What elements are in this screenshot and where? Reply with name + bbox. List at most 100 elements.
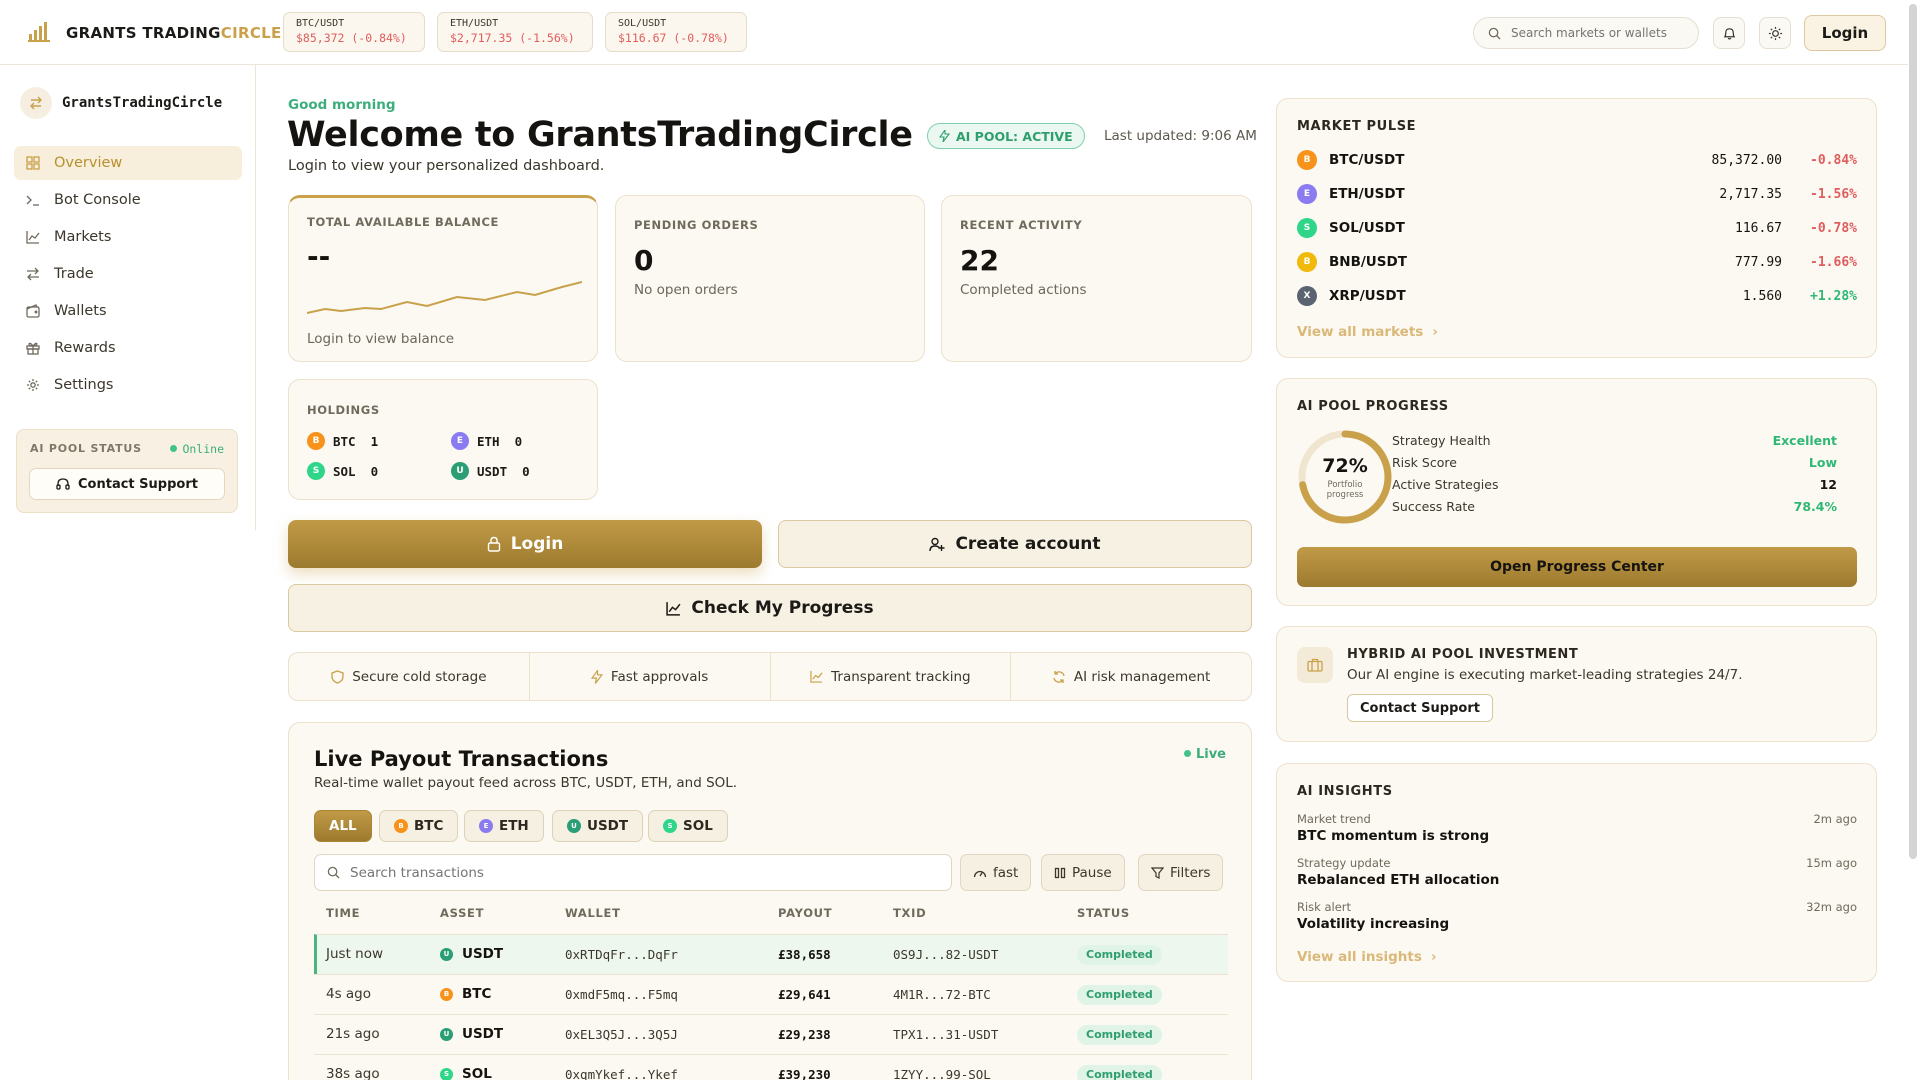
row-time: 38s ago	[326, 1066, 380, 1080]
sidebar-item-trade[interactable]: Trade	[14, 257, 242, 291]
sidebar-contact-support-button[interactable]: Contact Support	[29, 468, 225, 500]
login-button[interactable]: Login	[288, 520, 762, 568]
insight-kind: Market trend	[1297, 812, 1371, 826]
sidebar-item-overview[interactable]: Overview	[14, 146, 242, 180]
feature-label: Secure cold storage	[352, 668, 487, 685]
row-wallet: 0xqmYkef...Ykef	[565, 1067, 678, 1080]
sidebar-item-label: Rewards	[54, 340, 116, 356]
eth-icon: E	[451, 432, 469, 450]
insight-item[interactable]: Risk alert Volatility increasing 32m ago	[1297, 900, 1857, 932]
filter-chip-sol[interactable]: S SOL	[648, 810, 728, 842]
ticker-sol[interactable]: SOL/USDT $116.67 (-0.78%)	[605, 12, 747, 52]
filter-chip-btc[interactable]: B BTC	[379, 810, 459, 842]
status-badge: Completed	[1077, 1064, 1162, 1080]
hybrid-contact-support-button[interactable]: Contact Support	[1347, 694, 1493, 722]
metric-value: Excellent	[1772, 433, 1837, 448]
chart-line-icon	[666, 601, 681, 616]
row-asset: B BTC	[440, 975, 491, 1014]
table-row[interactable]: 21s ago U USDT 0xEL3Q5J...3Q5J £29,238 TP…	[314, 1014, 1228, 1054]
sol-icon: S	[307, 462, 325, 480]
status-badge: Completed	[1077, 944, 1162, 965]
feature-cold-storage: Secure cold storage	[289, 653, 530, 700]
ticker-eth[interactable]: ETH/USDT $2,717.35 (-1.56%)	[437, 12, 593, 52]
market-row-btc[interactable]: B BTC/USDT 85,372.00 -0.84%	[1297, 148, 1857, 172]
market-search-input[interactable]	[1511, 26, 1691, 40]
filter-chip-all[interactable]: ALL	[314, 810, 372, 842]
insight-item[interactable]: Strategy update Rebalanced ETH allocatio…	[1297, 856, 1857, 888]
sidebar-item-bot-console[interactable]: Bot Console	[14, 183, 242, 217]
chip-label: BTC	[414, 818, 444, 834]
pause-icon	[1054, 867, 1066, 878]
feature-label: Transparent tracking	[831, 668, 971, 685]
table-row[interactable]: Just now U USDT 0xRTDqFr...DqFr £38,658 0…	[314, 934, 1228, 974]
create-account-button[interactable]: Create account	[778, 520, 1252, 568]
filter-chip-eth[interactable]: E ETH	[464, 810, 544, 842]
holding-symbol: ETH	[477, 433, 500, 449]
sidebar-item-label: Bot Console	[54, 192, 141, 208]
table-row[interactable]: 4s ago B BTC 0xmdF5mq...F5mq £29,641 4M1R…	[314, 974, 1228, 1014]
holding-symbol: BTC	[333, 433, 356, 449]
market-price: 116.67	[1735, 220, 1782, 236]
header-login-button[interactable]: Login	[1804, 15, 1886, 51]
market-search[interactable]	[1473, 17, 1699, 49]
row-txid: 4M1R...72-BTC	[893, 987, 991, 1002]
row-time: Just now	[326, 946, 384, 962]
holding-eth: E ETH 0	[451, 432, 522, 450]
metric-value: 12	[1819, 477, 1837, 492]
insight-item[interactable]: Market trend BTC momentum is strong 2m a…	[1297, 812, 1857, 844]
ai-progress-label: AI POOL PROGRESS	[1297, 399, 1449, 414]
notifications-button[interactable]	[1713, 17, 1745, 49]
check-progress-button[interactable]: Check My Progress	[288, 584, 1252, 632]
filter-chip-usdt[interactable]: U USDT	[552, 810, 644, 842]
theme-toggle-button[interactable]	[1759, 17, 1791, 49]
transaction-search-input[interactable]	[350, 864, 910, 881]
sidebar-header[interactable]: GrantsTradingCircle	[20, 87, 222, 119]
top-bar: GRANTS TRADINGCIRCLE BTC/USDT $85,372 (-…	[0, 0, 1908, 65]
holding-symbol: SOL	[333, 463, 356, 479]
bell-icon	[1723, 27, 1735, 39]
page-scrollbar[interactable]	[1909, 4, 1917, 859]
hybrid-investment-card: HYBRID AI POOL INVESTMENT Our AI engine …	[1276, 626, 1877, 742]
insights-label: AI INSIGHTS	[1297, 784, 1393, 799]
view-all-insights-link[interactable]: View all insights ›	[1297, 946, 1437, 965]
pause-button[interactable]: Pause	[1041, 854, 1125, 891]
grid-icon	[26, 156, 40, 170]
ai-pool-status-card: AI POOL STATUS Online Contact Support	[16, 429, 238, 513]
speed-label: fast	[993, 864, 1019, 881]
transaction-search[interactable]	[314, 854, 952, 891]
table-row[interactable]: 38s ago S SOL 0xqmYkef...Ykef £39,230 1ZY…	[314, 1054, 1228, 1080]
sidebar-item-markets[interactable]: Markets	[14, 220, 242, 254]
wallet-icon	[26, 304, 40, 318]
chevron-right-icon: ›	[1432, 324, 1438, 340]
swap-icon	[20, 87, 52, 119]
feature-label: AI risk management	[1073, 668, 1211, 685]
sidebar-item-settings[interactable]: Settings	[14, 368, 242, 402]
status-badge: Completed	[1077, 984, 1162, 1005]
row-asset-label: SOL	[462, 1066, 492, 1080]
sidebar-item-rewards[interactable]: Rewards	[14, 331, 242, 365]
ticker-btc[interactable]: BTC/USDT $85,372 (-0.84%)	[283, 12, 425, 52]
ticker-symbol: SOL/USDT	[618, 18, 667, 29]
filters-button[interactable]: Filters	[1138, 854, 1224, 891]
metric-name: Success Rate	[1392, 499, 1475, 514]
usdt-icon: U	[440, 948, 453, 961]
market-row-xrp[interactable]: X XRP/USDT 1.560 +1.28%	[1297, 284, 1857, 308]
view-all-markets-link[interactable]: View all markets ›	[1297, 321, 1438, 340]
market-row-eth[interactable]: E ETH/USDT 2,717.35 -1.56%	[1297, 182, 1857, 206]
brand-name[interactable]: GRANTS TRADINGCIRCLE	[66, 24, 282, 42]
market-row-bnb[interactable]: B BNB/USDT 777.99 -1.66%	[1297, 250, 1857, 274]
open-progress-center-button[interactable]: Open Progress Center	[1297, 547, 1857, 587]
feature-ai-risk: AI risk management	[1011, 653, 1251, 700]
gear-icon	[27, 379, 39, 391]
holding-amount: 0	[514, 433, 523, 449]
terminal-icon	[26, 195, 39, 206]
speed-button[interactable]: fast	[960, 854, 1032, 891]
contact-support-label: Contact Support	[78, 476, 198, 492]
insight-text: Volatility increasing	[1297, 916, 1450, 932]
balance-note: Login to view balance	[307, 331, 455, 347]
holding-sol: S SOL 0	[307, 462, 378, 480]
search-icon	[1488, 27, 1501, 40]
market-row-sol[interactable]: S SOL/USDT 116.67 -0.78%	[1297, 216, 1857, 240]
last-updated: Last updated: 9:06 AM	[1104, 128, 1257, 144]
sidebar-item-wallets[interactable]: Wallets	[14, 294, 242, 328]
